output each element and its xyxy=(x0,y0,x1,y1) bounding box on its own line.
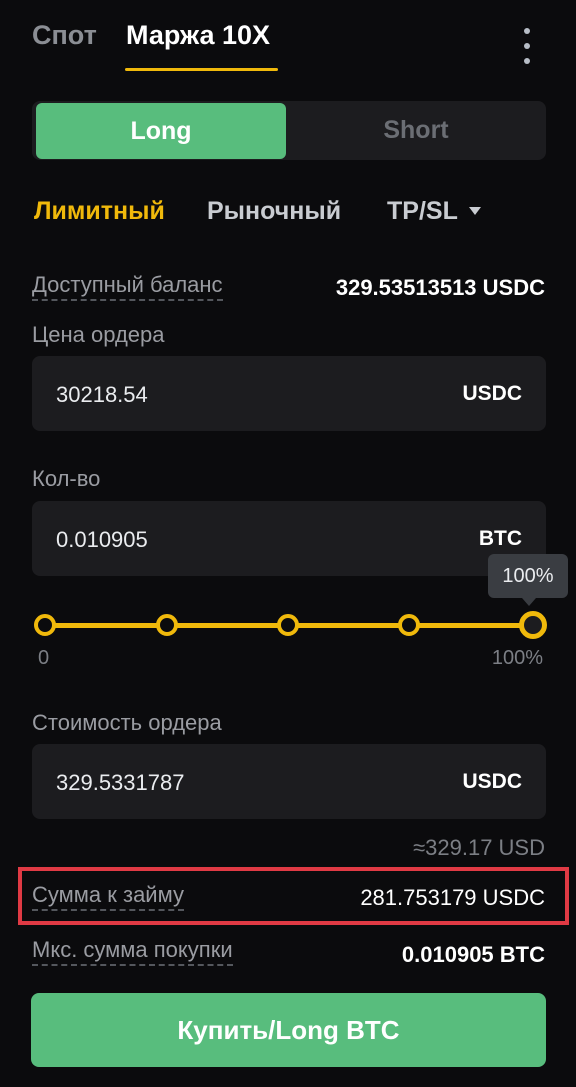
slider-step-0[interactable] xyxy=(34,614,56,636)
order-value-usd-approx: ≈329.17 USD xyxy=(413,835,545,860)
active-tab-underline xyxy=(125,68,278,71)
order-price-input[interactable]: 30218.54 xyxy=(56,382,148,408)
borrow-amount-label[interactable]: Сумма к займу xyxy=(32,882,184,911)
max-buy-value: 0.010905 BTC xyxy=(401,942,545,967)
margin-trade-panel: Спот Маржа 10X Long Short Лимитный Рыноч… xyxy=(0,0,576,1087)
quantity-input[interactable]: 0.010905 xyxy=(56,527,148,553)
short-button[interactable]: Short xyxy=(286,101,546,160)
slider-step-50[interactable] xyxy=(277,614,299,636)
slider-min-label: 0 xyxy=(38,647,50,669)
max-buy-label[interactable]: Мкс. сумма покупки xyxy=(32,937,233,966)
borrow-amount-label-text: Сумма к займу xyxy=(32,882,184,911)
available-balance-value: 329.53513513 USDC xyxy=(335,275,545,300)
max-buy-label-text: Мкс. сумма покупки xyxy=(32,937,233,966)
tab-spot[interactable]: Спот xyxy=(32,20,97,51)
order-type-market[interactable]: Рыночный xyxy=(207,197,341,226)
slider-handle[interactable] xyxy=(519,611,547,639)
quantity-label: Кол-во xyxy=(32,466,101,491)
order-value-input[interactable]: 329.5331787 xyxy=(56,770,184,796)
order-price-label: Цена ордера xyxy=(32,322,165,347)
available-balance-label[interactable]: Доступный баланс xyxy=(32,272,223,301)
tab-margin[interactable]: Маржа 10X xyxy=(126,20,270,51)
borrow-amount-value: 281.753179 USDC xyxy=(360,885,545,910)
buy-long-button[interactable]: Купить/Long BTC xyxy=(31,993,546,1067)
side-toggle: Long Short xyxy=(32,101,546,160)
quantity-field[interactable]: 0.010905 BTC xyxy=(32,501,546,576)
order-type-limit[interactable]: Лимитный xyxy=(34,197,165,226)
long-button[interactable]: Long xyxy=(36,103,286,159)
order-value-unit: USDC xyxy=(462,770,522,793)
slider-step-25[interactable] xyxy=(156,614,178,636)
quantity-unit: BTC xyxy=(478,527,522,550)
slider-max-label: 100% xyxy=(491,647,543,669)
order-price-field[interactable]: 30218.54 USDC xyxy=(32,356,546,431)
triangle-down-icon[interactable] xyxy=(469,207,481,215)
slider-tooltip: 100% xyxy=(488,554,568,606)
order-type-tpsl[interactable]: TP/SL xyxy=(387,197,458,226)
order-value-label: Стоимость ордера xyxy=(32,710,222,735)
available-balance-label-text: Доступный баланс xyxy=(32,272,223,301)
order-price-unit: USDC xyxy=(462,382,522,405)
slider-step-75[interactable] xyxy=(398,614,420,636)
kebab-menu-icon[interactable] xyxy=(516,28,538,64)
order-value-field[interactable]: 329.5331787 USDC xyxy=(32,744,546,819)
